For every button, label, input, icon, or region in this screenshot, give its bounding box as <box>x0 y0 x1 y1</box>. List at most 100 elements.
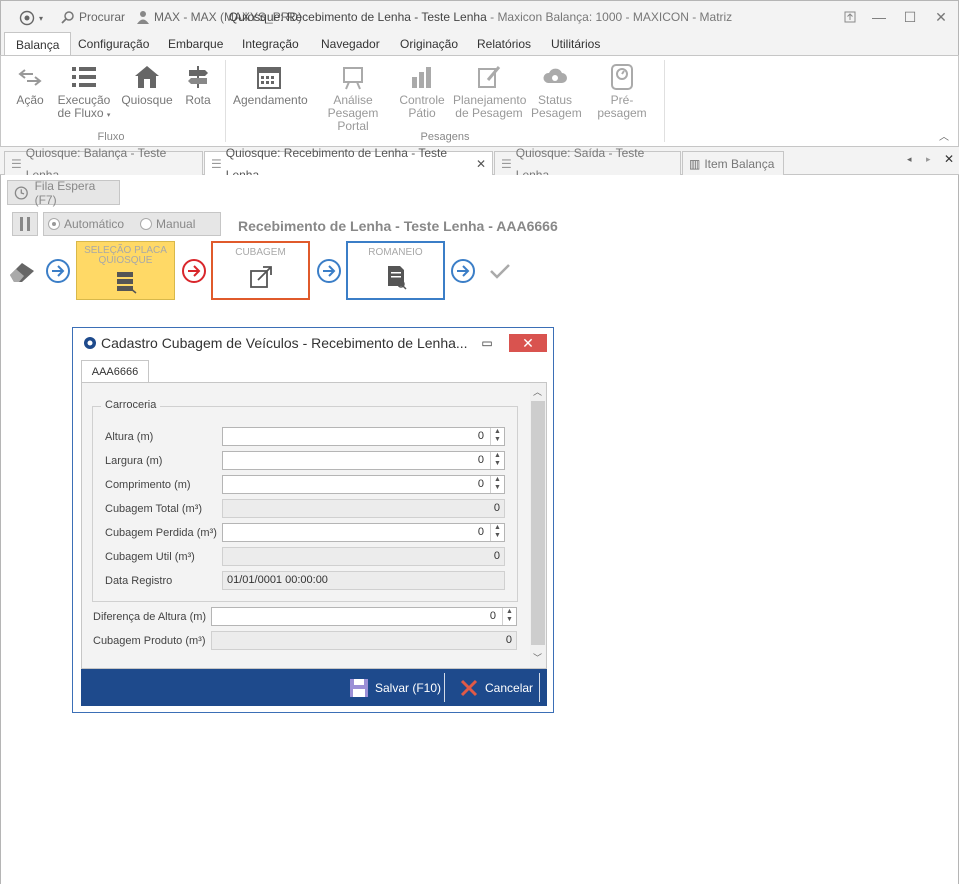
diferenca-altura-spinner[interactable]: ▲ ▼ <box>502 608 516 625</box>
dialog-scrollbar[interactable]: ︿ ﹀ <box>530 383 546 668</box>
tab-quiosque-balanca[interactable]: ☰ Quiosque: Balança - Teste Lenha <box>4 146 203 182</box>
status-pesagem-button[interactable]: Status Pesagem <box>531 60 582 120</box>
eraser-icon[interactable] <box>8 259 36 286</box>
tab-scroll-left[interactable]: ◂ <box>907 154 912 165</box>
dialog-footer: Salvar (F10) Cancelar <box>81 669 547 706</box>
cubagem-util-field: 0 <box>222 547 505 566</box>
chevron-down-icon: ▼ <box>494 532 501 539</box>
edit-document-icon <box>478 66 501 88</box>
salvar-button[interactable]: Salvar (F10) <box>349 669 441 706</box>
carroceria-group-label: Carroceria <box>101 399 161 411</box>
server-list-icon <box>116 272 136 294</box>
largura-spinner[interactable]: ▲ ▼ <box>490 452 504 469</box>
dialog-close-button[interactable]: ✕ <box>509 334 547 352</box>
altura-spinner[interactable]: ▲ ▼ <box>490 428 504 445</box>
tab-scroll-right[interactable]: ▸ <box>926 154 931 165</box>
ribbon-collapse-button[interactable]: ︿ <box>939 128 949 143</box>
step-selecao-label-2: QUIOSQUE <box>98 255 153 266</box>
dialog-title: Cadastro Cubagem de Veículos - Recebimen… <box>101 335 468 351</box>
chevron-up-icon: ▲ <box>494 524 501 531</box>
planejamento-pesagem-button[interactable]: Planejamento de Pesagem <box>453 60 526 120</box>
acao-label: Ação <box>16 93 44 107</box>
radio-manual[interactable]: Manual <box>140 217 195 231</box>
radio-automatico-label: Automático <box>64 217 125 231</box>
cubagem-perdida-label: Cubagem Perdida (m³) <box>105 527 217 539</box>
home-icon <box>135 66 159 88</box>
menu-navegador[interactable]: Navegador <box>310 32 391 56</box>
cubagem-dialog: Cadastro Cubagem de Veículos - Recebimen… <box>72 327 554 713</box>
pre-pesagem-button[interactable]: Pré-pesagem <box>587 60 657 120</box>
quiosque-button[interactable]: Quiosque <box>121 60 173 107</box>
diferenca-altura-value: 0 <box>489 610 496 622</box>
chevron-down-icon[interactable]: ﹀ <box>533 651 542 664</box>
dialog-maximize-button[interactable]: ▭ <box>477 334 497 352</box>
controle-patio-button[interactable]: Controle Pátio <box>399 60 445 120</box>
menu-utilitarios[interactable]: Utilitários <box>540 32 611 56</box>
comprimento-input[interactable]: 0 ▲ ▼ <box>222 475 505 494</box>
chart-icon: ▥ <box>689 156 701 171</box>
signpost-icon <box>188 66 208 88</box>
diferenca-altura-input[interactable]: 0 ▲ ▼ <box>211 607 517 626</box>
fila-espera-button[interactable]: Fila Espera (F7) <box>7 179 120 207</box>
altura-input[interactable]: 0 ▲ ▼ <box>222 427 505 446</box>
salvar-label: Salvar (F10) <box>375 680 442 695</box>
cubagem-perdida-spinner[interactable]: ▲ ▼ <box>490 524 504 541</box>
menu-originacao[interactable]: Originação <box>389 32 469 56</box>
restore-layout-button[interactable] <box>839 7 861 27</box>
tab-item-balanca[interactable]: ▥ Item Balança <box>682 151 784 175</box>
rota-button[interactable]: Rota <box>179 60 217 107</box>
agendamento-button[interactable]: Agendamento <box>233 60 308 107</box>
cubagem-total-label: Cubagem Total (m³) <box>105 503 202 515</box>
comprimento-spinner[interactable]: ▲ ▼ <box>490 476 504 493</box>
analise-pesagem-button[interactable]: Análise Pesagem Portal <box>313 60 393 133</box>
tab-close-all[interactable]: ✕ <box>944 152 954 166</box>
menu-relatorios[interactable]: Relatórios <box>466 32 542 56</box>
largura-label: Largura (m) <box>105 455 163 467</box>
cubagem-perdida-input[interactable]: 0 ▲ ▼ <box>222 523 505 542</box>
chevron-up-icon[interactable]: ︿ <box>533 385 542 398</box>
comprimento-label: Comprimento (m) <box>105 479 191 491</box>
radio-checked-icon <box>48 218 60 230</box>
data-registro-label: Data Registro <box>105 575 173 587</box>
largura-input[interactable]: 0 ▲ ▼ <box>222 451 505 470</box>
execucao-fluxo-button[interactable]: Execução de Fluxo ▾ <box>56 60 112 122</box>
dialog-title-bar: Cadastro Cubagem de Veículos - Recebimen… <box>73 328 553 358</box>
menu-embarque[interactable]: Embarque <box>157 32 234 56</box>
tab-aaa6666[interactable]: AAA6666 <box>81 360 149 383</box>
external-link-icon <box>249 266 272 288</box>
minimize-button[interactable]: — <box>868 7 890 27</box>
pause-button[interactable] <box>12 212 38 236</box>
maximize-button[interactable]: ☐ <box>899 7 921 27</box>
cancelar-button[interactable]: Cancelar <box>459 669 533 706</box>
scale-icon <box>611 64 633 90</box>
maximize-icon: ☐ <box>903 9 917 25</box>
tab-quiosque-recebimento[interactable]: ☰ Quiosque: Recebimento de Lenha - Teste… <box>204 146 493 182</box>
step-selecao-placa[interactable]: SELEÇÃO PLACA QUIOSQUE <box>76 241 175 300</box>
acao-button[interactable]: Ação <box>11 60 49 107</box>
menu-configuracao[interactable]: Configuração <box>67 32 160 56</box>
tab-quiosque-saida[interactable]: ☰ Quiosque: Saída - Teste Lenha <box>494 146 681 182</box>
minimize-icon: — <box>872 9 886 25</box>
cloud-icon <box>543 68 567 83</box>
step-romaneio[interactable]: ROMANEIO <box>346 241 445 300</box>
menu-balanca[interactable]: Balança <box>4 32 72 57</box>
analise-label-2: Pesagem Portal <box>327 106 379 133</box>
presentation-icon <box>343 67 363 90</box>
cancelar-label: Cancelar <box>485 680 534 695</box>
prepesagem-label: Pré-pesagem <box>597 93 647 120</box>
rota-label: Rota <box>185 93 211 107</box>
scrollbar-thumb[interactable] <box>531 401 545 645</box>
agendamento-label: Agendamento <box>233 93 308 107</box>
step-cubagem[interactable]: CUBAGEM <box>211 241 310 300</box>
list-icon <box>72 67 96 87</box>
window-title: Quiosque: Recebimento de Lenha - Teste L… <box>1 10 959 24</box>
chevron-up-icon: ▲ <box>494 452 501 459</box>
chevron-down-icon: ▼ <box>494 484 501 491</box>
step-cubagem-label: CUBAGEM <box>235 247 286 258</box>
menu-integracao[interactable]: Integração <box>231 32 310 56</box>
document-search-icon <box>387 266 407 290</box>
footer-separator <box>444 673 445 702</box>
close-icon[interactable]: ✕ <box>476 153 486 175</box>
close-button[interactable]: ✕ <box>930 7 952 27</box>
radio-automatico[interactable]: Automático <box>48 217 124 231</box>
